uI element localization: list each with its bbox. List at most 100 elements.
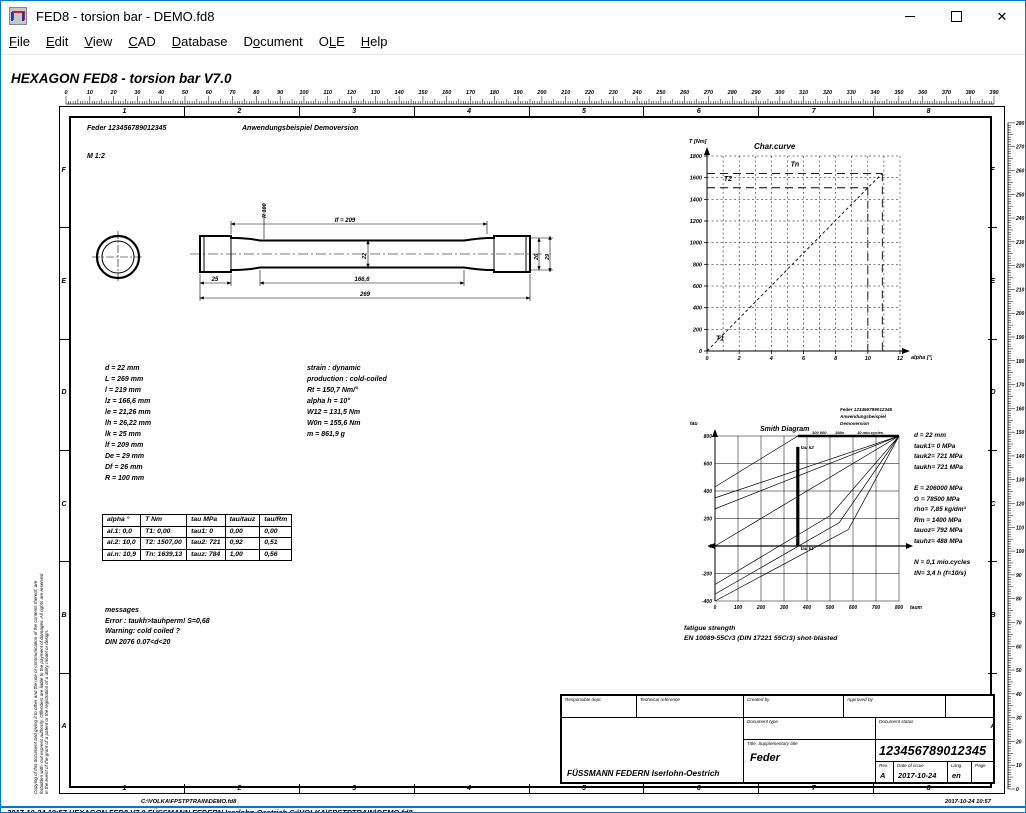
- svg-text:1800: 1800: [690, 154, 702, 160]
- svg-text:600: 600: [693, 284, 702, 290]
- menu-database[interactable]: Database: [164, 31, 236, 51]
- close-icon: ✕: [997, 10, 1008, 23]
- sheet-col-ref: 7: [812, 108, 816, 115]
- menu-document[interactable]: Document: [235, 31, 310, 51]
- svg-text:tau k2: tau k2: [801, 445, 815, 450]
- status-bar: 2017-10-24 10:57 HEXAGON FED8 V7.0 FÜSSM…: [7, 808, 1019, 813]
- title-bar[interactable]: FED8 - torsion bar - DEMO.fd8 ✕: [1, 1, 1025, 31]
- menu-cad[interactable]: CAD: [120, 31, 163, 51]
- svg-text:R 100: R 100: [262, 203, 268, 218]
- svg-text:500: 500: [826, 605, 835, 611]
- sheet-row-ref: C: [62, 501, 67, 508]
- menu-help[interactable]: Help: [353, 31, 396, 51]
- lang-value: en: [952, 771, 961, 780]
- maximize-icon: [951, 11, 962, 22]
- sheet-col-ref: 8: [927, 785, 931, 792]
- close-button[interactable]: ✕: [979, 1, 1025, 31]
- svg-text:60: 60: [206, 90, 212, 96]
- svg-text:240: 240: [1015, 216, 1025, 222]
- vertical-ruler: 0102030405060708090100110120130140150160…: [1003, 103, 1025, 797]
- svg-text:40: 40: [1015, 692, 1022, 698]
- svg-text:400: 400: [692, 306, 702, 312]
- svg-text:150: 150: [1016, 430, 1025, 436]
- svg-text:8: 8: [834, 356, 838, 362]
- sheet-col-ref: 1: [122, 108, 126, 115]
- sheet-col-ref: 6: [697, 785, 701, 792]
- table-header: tau/Rm: [260, 515, 292, 527]
- svg-text:60: 60: [1016, 644, 1022, 650]
- svg-text:1Mio: 1Mio: [835, 430, 845, 435]
- maximize-button[interactable]: [933, 1, 979, 31]
- svg-text:166,6: 166,6: [354, 277, 370, 283]
- torsion-bar-drawing: lf = 209 R 100 22 25 166,6 269 26 29: [87, 182, 567, 317]
- svg-text:0: 0: [714, 605, 717, 611]
- sheet-col-ref: 5: [582, 108, 586, 115]
- svg-text:390: 390: [989, 90, 998, 96]
- svg-text:700: 700: [872, 605, 881, 611]
- svg-text:Demoversion: Demoversion: [840, 421, 869, 426]
- svg-text:10: 10: [865, 356, 871, 362]
- parameter-list-load: strain : dynamic production : cold-coile…: [307, 363, 387, 440]
- page-title: HEXAGON FED8 - torsion bar V7.0: [11, 71, 232, 86]
- svg-text:40: 40: [157, 90, 164, 96]
- sheet-col-ref: 2: [237, 108, 241, 115]
- svg-text:250: 250: [1015, 192, 1025, 198]
- svg-text:50: 50: [182, 90, 188, 96]
- dimension-labels: lf = 209 R 100 22 25 166,6 269 26 29: [211, 203, 551, 298]
- app-icon: [9, 7, 27, 25]
- svg-text:800: 800: [693, 262, 702, 268]
- svg-text:300: 300: [775, 90, 784, 96]
- sheet-col-ref: 3: [352, 108, 356, 115]
- svg-text:80: 80: [1016, 597, 1022, 603]
- svg-text:20: 20: [110, 90, 117, 96]
- svg-text:230: 230: [608, 90, 618, 96]
- svg-text:-200: -200: [702, 572, 712, 578]
- approved-by-label: Approved by: [844, 696, 946, 718]
- svg-text:150: 150: [418, 90, 427, 96]
- minimize-button[interactable]: [887, 1, 933, 31]
- svg-text:130: 130: [371, 90, 380, 96]
- svg-text:Char.curve: Char.curve: [754, 142, 796, 151]
- technical-reference-label: Technical reference: [637, 696, 744, 718]
- svg-text:0: 0: [709, 544, 712, 550]
- sheet-col-ref: 2: [237, 785, 241, 792]
- sheet-col-ref: 7: [812, 785, 816, 792]
- svg-text:22: 22: [362, 253, 368, 260]
- title-label: Title, Supplementary title: [744, 740, 875, 746]
- menu-view[interactable]: View: [76, 31, 120, 51]
- svg-text:300: 300: [780, 605, 789, 611]
- svg-text:T1: T1: [716, 336, 724, 343]
- parameter-list-geometry: d = 22 mm L = 269 mm l = 219 mm lz = 166…: [105, 363, 151, 484]
- sheet-row-ref: F: [991, 167, 995, 174]
- svg-text:110: 110: [323, 90, 332, 96]
- svg-text:600: 600: [849, 605, 858, 611]
- sheet-col-ref: 4: [467, 108, 471, 115]
- svg-text:800: 800: [895, 605, 904, 611]
- sheet-row-ref: A: [991, 723, 996, 730]
- svg-text:140: 140: [395, 90, 404, 96]
- svg-text:30: 30: [1016, 716, 1022, 722]
- menu-ole[interactable]: OLE: [311, 31, 353, 51]
- svg-text:230: 230: [1015, 240, 1025, 246]
- svg-text:200: 200: [1015, 311, 1025, 317]
- svg-text:0: 0: [705, 356, 708, 362]
- svg-text:120: 120: [347, 90, 356, 96]
- svg-text:100: 100: [734, 605, 743, 611]
- svg-text:290: 290: [750, 90, 760, 96]
- sheet-col-ref: 8: [927, 108, 931, 115]
- svg-text:2: 2: [737, 356, 741, 362]
- menu-edit[interactable]: Edit: [38, 31, 76, 51]
- menu-bar: FileEditViewCADDatabaseDocumentOLEHelp: [1, 31, 1025, 55]
- svg-text:120: 120: [1016, 502, 1025, 508]
- svg-text:50: 50: [1016, 668, 1022, 674]
- material-notes: d = 22 mm tauk1= 0 MPa tauk2= 721 MPa ta…: [914, 431, 970, 579]
- table-header: tau MPa: [187, 515, 225, 527]
- svg-text:Smith Diagram: Smith Diagram: [760, 426, 809, 433]
- svg-text:90: 90: [277, 90, 283, 96]
- cross-section-view: [92, 231, 144, 283]
- date-of-issue-value: 2017-10-24: [898, 771, 936, 780]
- file-path: C:\VOLKA\FPSTPTRAIN\DEMO.fd8: [141, 799, 236, 805]
- smith-diagram-chart: tau k2tau k10100200300400500600700800-40…: [682, 403, 932, 618]
- svg-text:80: 80: [253, 90, 259, 96]
- menu-file[interactable]: File: [1, 31, 38, 51]
